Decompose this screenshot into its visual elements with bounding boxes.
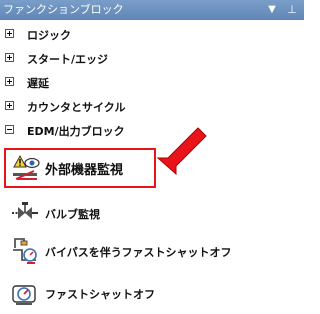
group-label: ロジック	[27, 29, 71, 42]
tool-label: バイパスを伴うファストシャットオフ	[45, 246, 232, 259]
expand-icon[interactable]	[5, 29, 14, 38]
tool-fast-shutoff[interactable]: ファストシャットオフ	[0, 276, 304, 310]
tool-label: 外部機器監視	[45, 163, 124, 178]
tool-bypass-fast-shutoff[interactable]: バイパスを伴うファストシャットオフ	[0, 234, 304, 268]
dropdown-icon[interactable]: ▼	[264, 0, 280, 20]
expand-icon[interactable]	[5, 77, 14, 86]
group-label: EDM/出力ブロック	[27, 125, 125, 138]
tool-label: バルブ監視	[45, 208, 100, 221]
tool-valve-monitor[interactable]: バルブ監視	[0, 196, 304, 230]
group-counter-cycle[interactable]: カウンタとサイクル	[0, 96, 304, 118]
panel-titlebar: ファンクションブロック ▼ ⊥	[0, 0, 304, 20]
group-logic[interactable]: ロジック	[0, 24, 304, 46]
group-start-edge[interactable]: スタート/エッジ	[0, 48, 304, 70]
pin-icon[interactable]: ⊥	[284, 0, 300, 20]
red-arrow-icon	[156, 127, 207, 176]
panel-title: ファンクションブロック	[3, 3, 124, 16]
group-edm-output[interactable]: EDM/出力ブロック	[0, 120, 304, 142]
valve-monitor-icon	[12, 202, 38, 219]
fast-shutoff-icon	[12, 285, 36, 305]
expand-icon[interactable]	[5, 53, 14, 62]
group-label: スタート/エッジ	[27, 53, 109, 66]
tool-label: ファストシャットオフ	[45, 288, 155, 301]
collapse-icon[interactable]	[5, 125, 14, 134]
group-label: カウンタとサイクル	[27, 101, 126, 114]
expand-icon[interactable]	[5, 101, 14, 110]
group-label: 遅延	[27, 77, 49, 90]
bypass-fast-shutoff-icon	[13, 238, 37, 264]
tool-external-device-monitor[interactable]: 外部機器監視	[0, 151, 304, 185]
external-device-monitor-icon	[13, 154, 40, 180]
group-delay[interactable]: 遅延	[0, 72, 304, 94]
